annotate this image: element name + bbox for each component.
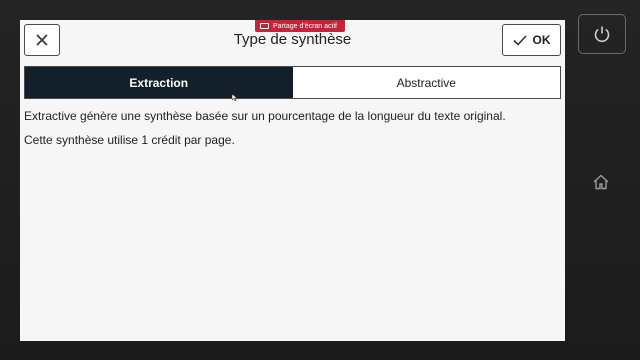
home-button[interactable] bbox=[588, 170, 614, 194]
summary-description: Extractive génère une synthèse basée sur… bbox=[24, 109, 506, 123]
credit-note: Cette synthèse utilise 1 crédit par page… bbox=[24, 133, 235, 147]
tab-abstractive-label: Abstractive bbox=[396, 75, 456, 90]
check-icon bbox=[512, 34, 527, 46]
mouse-cursor-icon bbox=[232, 94, 237, 101]
ok-label: OK bbox=[532, 33, 551, 47]
power-button[interactable] bbox=[578, 14, 626, 54]
power-icon bbox=[594, 26, 610, 43]
screen-share-label: Partage d'écran actif bbox=[273, 22, 337, 30]
tab-extraction-label: Extraction bbox=[129, 75, 189, 90]
summary-type-tabs: Extraction Abstractive bbox=[24, 66, 561, 99]
screen-share-banner: Partage d'écran actif bbox=[255, 20, 345, 32]
tab-abstractive[interactable]: Abstractive bbox=[292, 67, 560, 98]
page-title: Type de synthèse bbox=[233, 31, 352, 48]
dialog-screen: Type de synthèse OK Extraction Abstracti… bbox=[20, 20, 565, 341]
cast-icon bbox=[260, 23, 269, 29]
ok-button[interactable]: OK bbox=[502, 24, 561, 56]
tab-extraction[interactable]: Extraction bbox=[25, 67, 293, 98]
home-icon bbox=[593, 174, 609, 190]
